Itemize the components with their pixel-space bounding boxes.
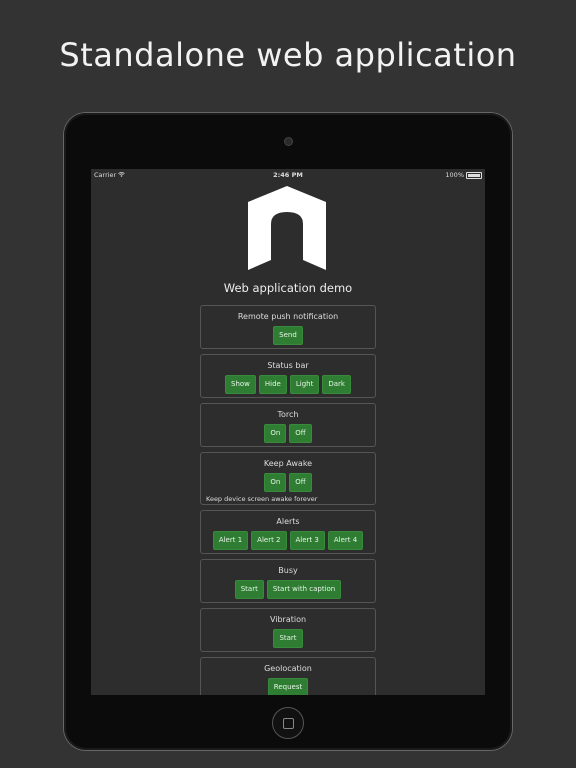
panel-keep-awake: Keep Awake On Off Keep device screen awa… (200, 452, 376, 505)
awake-on-button[interactable]: On (264, 473, 287, 492)
panel-status-bar: Status bar Show Hide Light Dark (200, 354, 376, 398)
panel-title: Torch (277, 410, 299, 419)
app-logo-icon (246, 186, 328, 270)
app-title: Web application demo (223, 281, 353, 295)
panel-title: Vibration (269, 615, 307, 624)
status-time: 2:46 PM (273, 171, 303, 179)
torch-off-button[interactable]: Off (289, 424, 312, 443)
dark-button[interactable]: Dark (322, 375, 351, 394)
light-button[interactable]: Light (289, 375, 320, 394)
panel-busy: Busy Start Start with caption (200, 559, 376, 603)
torch-on-button[interactable]: On (264, 424, 287, 443)
battery-status: 100% (445, 171, 482, 179)
panel-title: Status bar (267, 361, 309, 370)
hide-button[interactable]: Hide (258, 375, 287, 394)
status-bar: Carrier 2:46 PM 100% (91, 169, 485, 181)
alert-2-button[interactable]: Alert 2 (251, 531, 287, 550)
vibration-start-button[interactable]: Start (273, 629, 303, 648)
panel-title: Busy (278, 566, 298, 575)
panel-torch: Torch On Off (200, 403, 376, 447)
panel-alerts: Alerts Alert 1 Alert 2 Alert 3 Alert 4 (200, 510, 376, 554)
panel-geolocation: Geolocation Request (200, 657, 376, 695)
panel-title: Alerts (276, 517, 300, 526)
alert-3-button[interactable]: Alert 3 (289, 531, 325, 550)
request-button[interactable]: Request (267, 678, 309, 695)
awake-note: Keep device screen awake forever (206, 495, 318, 503)
home-square-icon (282, 717, 294, 729)
headline: Standalone web application (59, 36, 517, 74)
busy-start-button[interactable]: Start (234, 580, 264, 599)
awake-off-button[interactable]: Off (289, 473, 312, 492)
panel-title: Remote push notification (237, 312, 339, 321)
battery-icon (466, 171, 482, 179)
camera-icon (284, 137, 293, 146)
send-button[interactable]: Send (273, 326, 303, 345)
panel-title: Keep Awake (263, 459, 313, 468)
battery-percent: 100% (445, 171, 464, 179)
home-button[interactable] (272, 707, 304, 739)
panel-vibration: Vibration Start (200, 608, 376, 652)
alert-4-button[interactable]: Alert 4 (327, 531, 364, 550)
alert-1-button[interactable]: Alert 1 (212, 531, 249, 550)
panel-title: Geolocation (264, 664, 312, 673)
show-button[interactable]: Show (225, 375, 256, 394)
busy-start-caption-button[interactable]: Start with caption (266, 580, 342, 599)
device-screen: Carrier 2:46 PM 100% Web application dem… (91, 169, 485, 695)
panel-push-notification: Remote push notification Send (200, 305, 376, 349)
